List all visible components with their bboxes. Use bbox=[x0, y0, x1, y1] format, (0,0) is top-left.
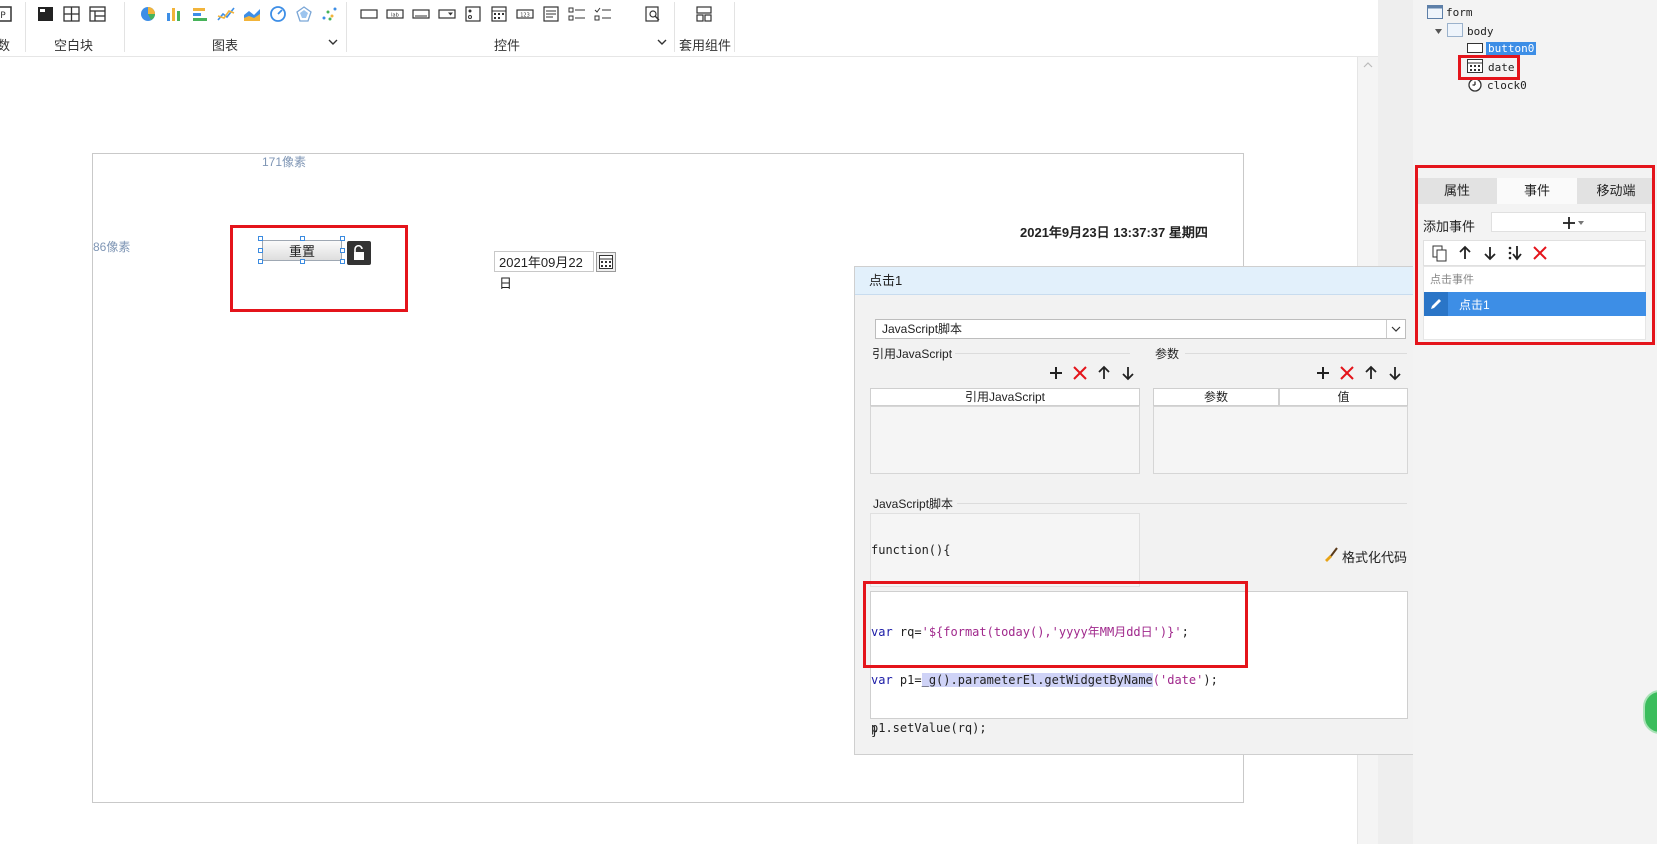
value-column-header[interactable]: 值 bbox=[1279, 388, 1408, 406]
tree-node-form[interactable]: form bbox=[1446, 6, 1473, 19]
ruler-top-label: 171像素 bbox=[262, 155, 307, 169]
blank-block-icon[interactable] bbox=[37, 6, 55, 22]
checkbox-group-icon[interactable] bbox=[568, 6, 586, 22]
line-chart-icon[interactable] bbox=[217, 6, 235, 22]
highlight-box bbox=[863, 581, 1248, 668]
params-table-body[interactable] bbox=[1153, 406, 1408, 474]
group-divider bbox=[955, 353, 1130, 354]
toolbar-divider bbox=[25, 2, 26, 52]
toolbar-group-params: 数 bbox=[0, 38, 11, 53]
body-node-icon bbox=[1447, 23, 1463, 37]
move-up-icon[interactable] bbox=[1095, 364, 1113, 382]
radio-group-icon[interactable] bbox=[464, 6, 482, 22]
scatter-chart-icon[interactable] bbox=[321, 6, 339, 22]
highlight-box bbox=[1458, 55, 1520, 80]
chevron-down-icon[interactable] bbox=[327, 36, 339, 48]
checkbox-list-icon[interactable] bbox=[594, 6, 612, 22]
radar-chart-icon[interactable] bbox=[295, 6, 313, 22]
expand-triangle-icon[interactable] bbox=[1434, 27, 1443, 36]
button-node-icon bbox=[1467, 43, 1483, 53]
toolbar-group-chart: 图表 bbox=[212, 38, 239, 53]
toolbar-group-widget: 控件 bbox=[494, 38, 521, 53]
code-line-3: p1.setValue(rq); bbox=[871, 721, 987, 735]
parameter-icon[interactable]: P bbox=[0, 6, 12, 22]
group-divider bbox=[1185, 353, 1407, 354]
toolbar-divider bbox=[124, 2, 125, 52]
script-group-title: JavaScript脚本 bbox=[873, 497, 954, 511]
code-text: p1= bbox=[892, 673, 922, 687]
tree-node-body[interactable]: body bbox=[1467, 25, 1494, 38]
right-panel: form body button0 date clock0 属性 事件 移动端 … bbox=[1413, 0, 1657, 844]
calendar-button[interactable] bbox=[596, 252, 616, 272]
date-widget-icon[interactable] bbox=[490, 6, 508, 22]
dropdown-widget-icon[interactable] bbox=[438, 6, 456, 22]
highlight-box bbox=[1415, 165, 1655, 345]
date-input[interactable]: 2021年09月22日 bbox=[494, 251, 594, 291]
button-widget-icon[interactable] bbox=[360, 6, 378, 22]
select-arrow[interactable] bbox=[1386, 320, 1405, 338]
textarea-widget-icon[interactable] bbox=[542, 6, 560, 22]
toolbar-divider bbox=[734, 2, 735, 52]
script-type-select[interactable]: JavaScript脚本 bbox=[875, 319, 1406, 339]
pie-chart-icon[interactable] bbox=[139, 6, 157, 22]
code-text: ); bbox=[1203, 673, 1218, 687]
add-icon[interactable] bbox=[1314, 364, 1332, 382]
svg-text:lab: lab bbox=[391, 13, 399, 19]
code-string: ('date' bbox=[1152, 673, 1204, 687]
brush-icon[interactable] bbox=[1323, 546, 1339, 562]
format-code-button[interactable]: 格式化代码 bbox=[1342, 547, 1407, 566]
function-close: } bbox=[871, 724, 879, 738]
move-down-icon[interactable] bbox=[1119, 364, 1137, 382]
assistant-float-button[interactable] bbox=[1643, 690, 1657, 734]
grid-block-icon[interactable] bbox=[63, 6, 81, 22]
move-down-icon[interactable] bbox=[1386, 364, 1404, 382]
gauge-chart-icon[interactable] bbox=[269, 6, 287, 22]
bar-chart-icon[interactable] bbox=[165, 6, 183, 22]
code-selection: _g().parameterEl.getWidgetByName bbox=[921, 673, 1153, 687]
scroll-up-icon[interactable] bbox=[1363, 61, 1373, 69]
chevron-down-icon[interactable] bbox=[656, 36, 668, 48]
dialog-title: 点击1 bbox=[855, 267, 1422, 295]
group-divider bbox=[957, 503, 1407, 504]
move-up-icon[interactable] bbox=[1362, 364, 1380, 382]
function-open: function(){ bbox=[871, 543, 951, 557]
toolbar: P 数 空白块 图表 lab 123 控件 套用组件 bbox=[0, 0, 1378, 57]
toolbar-divider bbox=[346, 2, 347, 52]
event-editor-dialog: 点击1 JavaScript脚本 引用JavaScript 引用JavaScri… bbox=[854, 266, 1423, 755]
tab-block-icon[interactable] bbox=[89, 6, 107, 22]
param-column-header[interactable]: 参数 bbox=[1153, 388, 1279, 406]
ruler-left-label: 86像素 bbox=[93, 240, 131, 254]
toolbar-divider bbox=[674, 2, 675, 52]
svg-text:123: 123 bbox=[520, 13, 530, 19]
script-type-value: JavaScript脚本 bbox=[882, 322, 963, 336]
ref-js-group-title: 引用JavaScript bbox=[872, 347, 953, 361]
delete-icon[interactable] bbox=[1071, 364, 1089, 382]
toolbar-group-template: 套用组件 bbox=[679, 38, 732, 53]
add-icon[interactable] bbox=[1047, 364, 1065, 382]
toolbar-group-blank: 空白块 bbox=[54, 38, 94, 53]
area-chart-icon[interactable] bbox=[243, 6, 261, 22]
tree-node-button[interactable]: button0 bbox=[1486, 42, 1537, 55]
svg-text:P: P bbox=[0, 11, 6, 21]
hbar-chart-icon[interactable] bbox=[191, 6, 209, 22]
ref-js-column-header[interactable]: 引用JavaScript bbox=[870, 388, 1140, 406]
tree-node-clock[interactable]: clock0 bbox=[1487, 79, 1527, 92]
highlight-box bbox=[230, 225, 408, 312]
preview-icon[interactable] bbox=[644, 6, 662, 22]
textbox-widget-icon[interactable] bbox=[412, 6, 430, 22]
number-widget-icon[interactable]: 123 bbox=[516, 6, 534, 22]
clock-node-icon bbox=[1468, 78, 1482, 92]
chevron-down-icon bbox=[1391, 326, 1401, 332]
params-group-title: 参数 bbox=[1155, 347, 1180, 361]
clock-display: 2021年9月23日 13:37:37 星期四 bbox=[1020, 225, 1208, 240]
calendar-icon bbox=[599, 255, 613, 269]
template-component-icon[interactable] bbox=[695, 6, 713, 22]
code-keyword: var bbox=[871, 673, 893, 687]
code-line-2: var p1=_g().parameterEl.getWidgetByName(… bbox=[871, 672, 1218, 688]
ref-js-table-body[interactable] bbox=[870, 406, 1140, 474]
label-widget-icon[interactable]: lab bbox=[386, 6, 404, 22]
form-node-icon bbox=[1427, 5, 1443, 19]
delete-icon[interactable] bbox=[1338, 364, 1356, 382]
